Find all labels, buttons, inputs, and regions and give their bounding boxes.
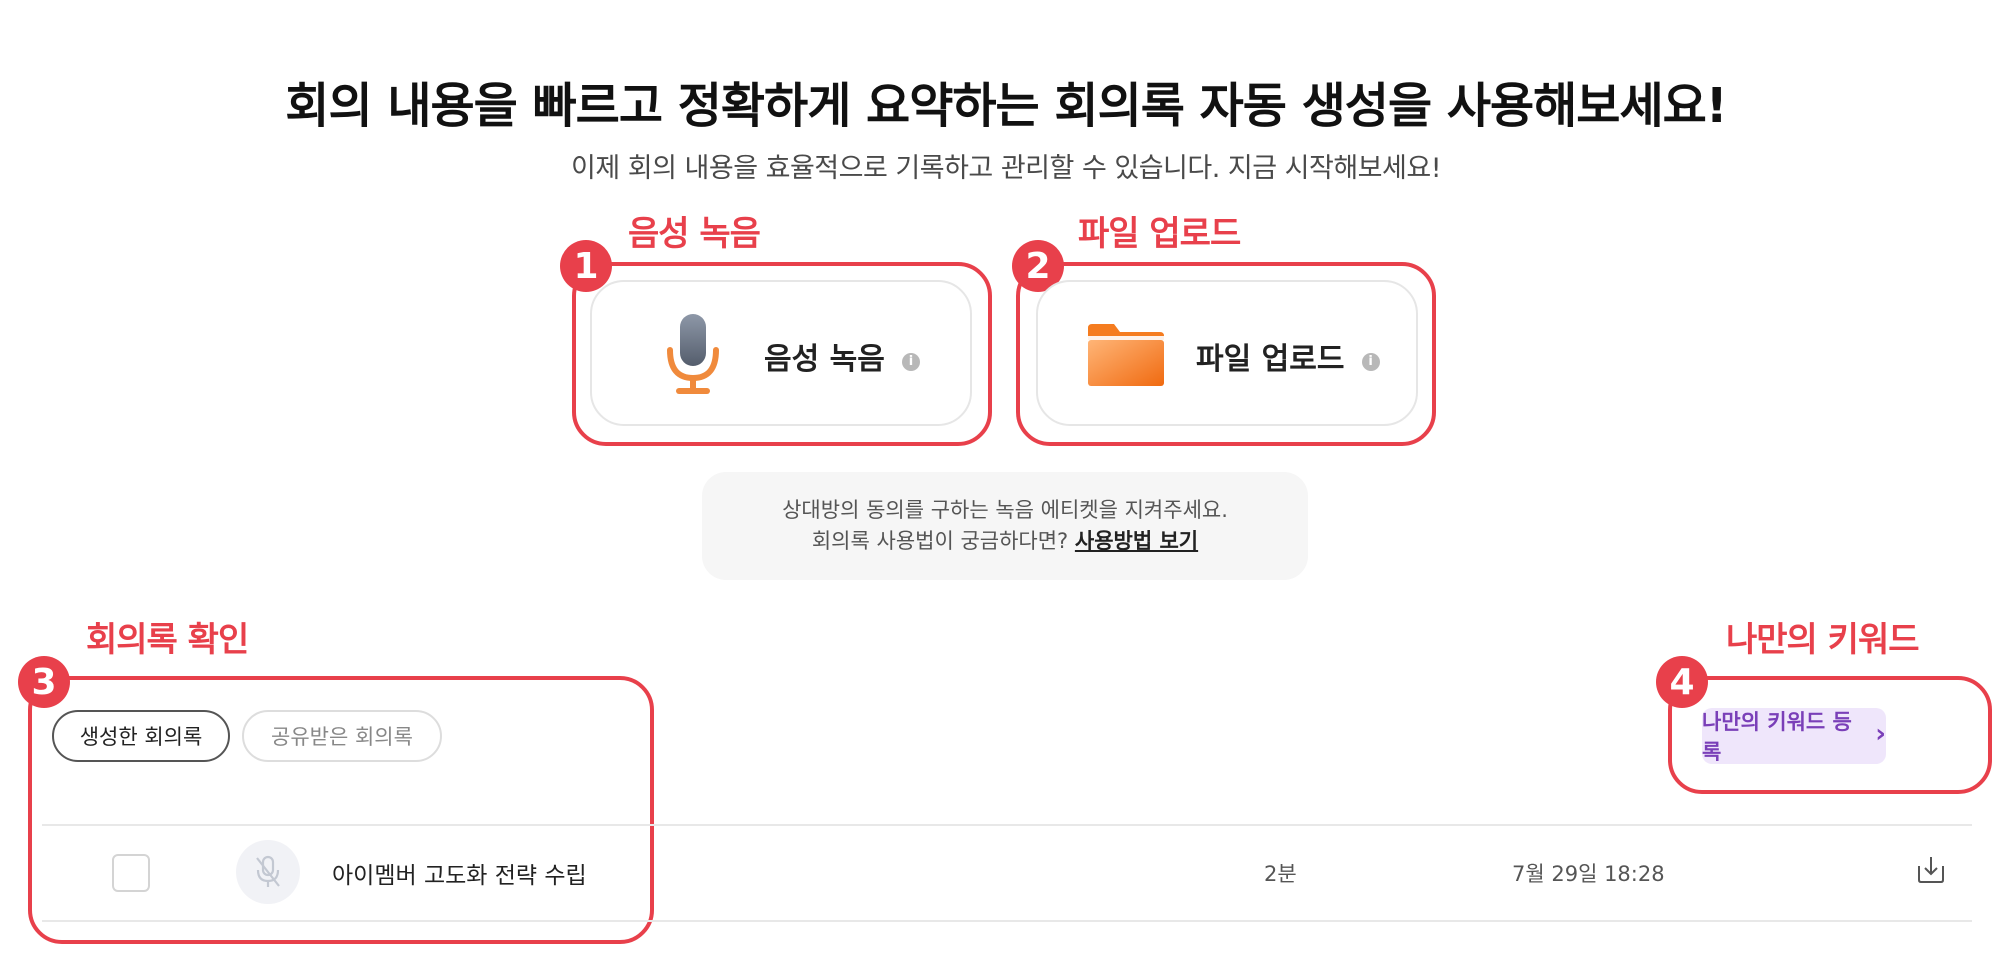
callout-label-upload: 파일 업로드	[1078, 214, 1241, 254]
table-row[interactable]: 아이멤버 고도화 전략 수립 2분 7월 29일 18:28	[42, 826, 1972, 920]
callout-number-4: 4	[1656, 656, 1708, 708]
notice-prefix: 회의록 사용법이 궁금하다면?	[811, 529, 1069, 553]
callout-label-record: 음성 녹음	[628, 214, 761, 254]
microphone-icon	[664, 312, 722, 402]
etiquette-notice: 상대방의 동의를 구하는 녹음 에티켓을 지켜주세요. 회의록 사용법이 궁금하…	[702, 472, 1308, 580]
keyword-register-button[interactable]: 나만의 키워드 등록 ›	[1702, 708, 1886, 764]
upload-label: 파일 업로드	[1196, 342, 1345, 377]
info-icon[interactable]: i	[901, 352, 920, 371]
record-card[interactable]: 음성 녹음 i	[590, 280, 972, 426]
callout-label-records: 회의록 확인	[86, 620, 249, 660]
tab-shared-records[interactable]: 공유받은 회의록	[242, 710, 442, 762]
download-icon[interactable]	[1916, 854, 1946, 888]
folder-icon	[1086, 322, 1166, 392]
info-icon[interactable]: i	[1361, 352, 1380, 371]
page-subtitle: 이제 회의 내용을 효율적으로 기록하고 관리할 수 있습니다. 지금 시작해보…	[570, 153, 1442, 184]
how-to-use-link[interactable]: 사용방법 보기	[1075, 529, 1198, 553]
notice-line-1: 상대방의 동의를 구하는 녹음 에티켓을 지켜주세요.	[782, 498, 1228, 522]
mic-off-icon	[236, 840, 300, 904]
callout-label-keyword: 나만의 키워드	[1726, 620, 1920, 660]
upload-card[interactable]: 파일 업로드 i	[1036, 280, 1418, 426]
chevron-right-icon: ›	[1875, 719, 1886, 749]
page-title: 회의 내용을 빠르고 정확하게 요약하는 회의록 자동 생성을 사용해보세요!	[285, 78, 1727, 134]
record-date: 7월 29일 18:28	[1512, 862, 1665, 886]
row-checkbox[interactable]	[112, 854, 150, 892]
tab-created-records[interactable]: 생성한 회의록	[52, 710, 230, 762]
keyword-register-label: 나만의 키워드 등록	[1702, 710, 1852, 764]
record-title[interactable]: 아이멤버 고도화 전략 수립	[332, 856, 587, 890]
notice-line-2: 회의록 사용법이 궁금하다면? 사용방법 보기	[812, 526, 1198, 557]
record-label: 음성 녹음	[764, 342, 885, 377]
callout-number-1: 1	[560, 240, 612, 292]
record-duration: 2분	[1264, 862, 1297, 886]
callout-number-3: 3	[18, 656, 70, 708]
table-divider-bottom	[42, 920, 1972, 922]
